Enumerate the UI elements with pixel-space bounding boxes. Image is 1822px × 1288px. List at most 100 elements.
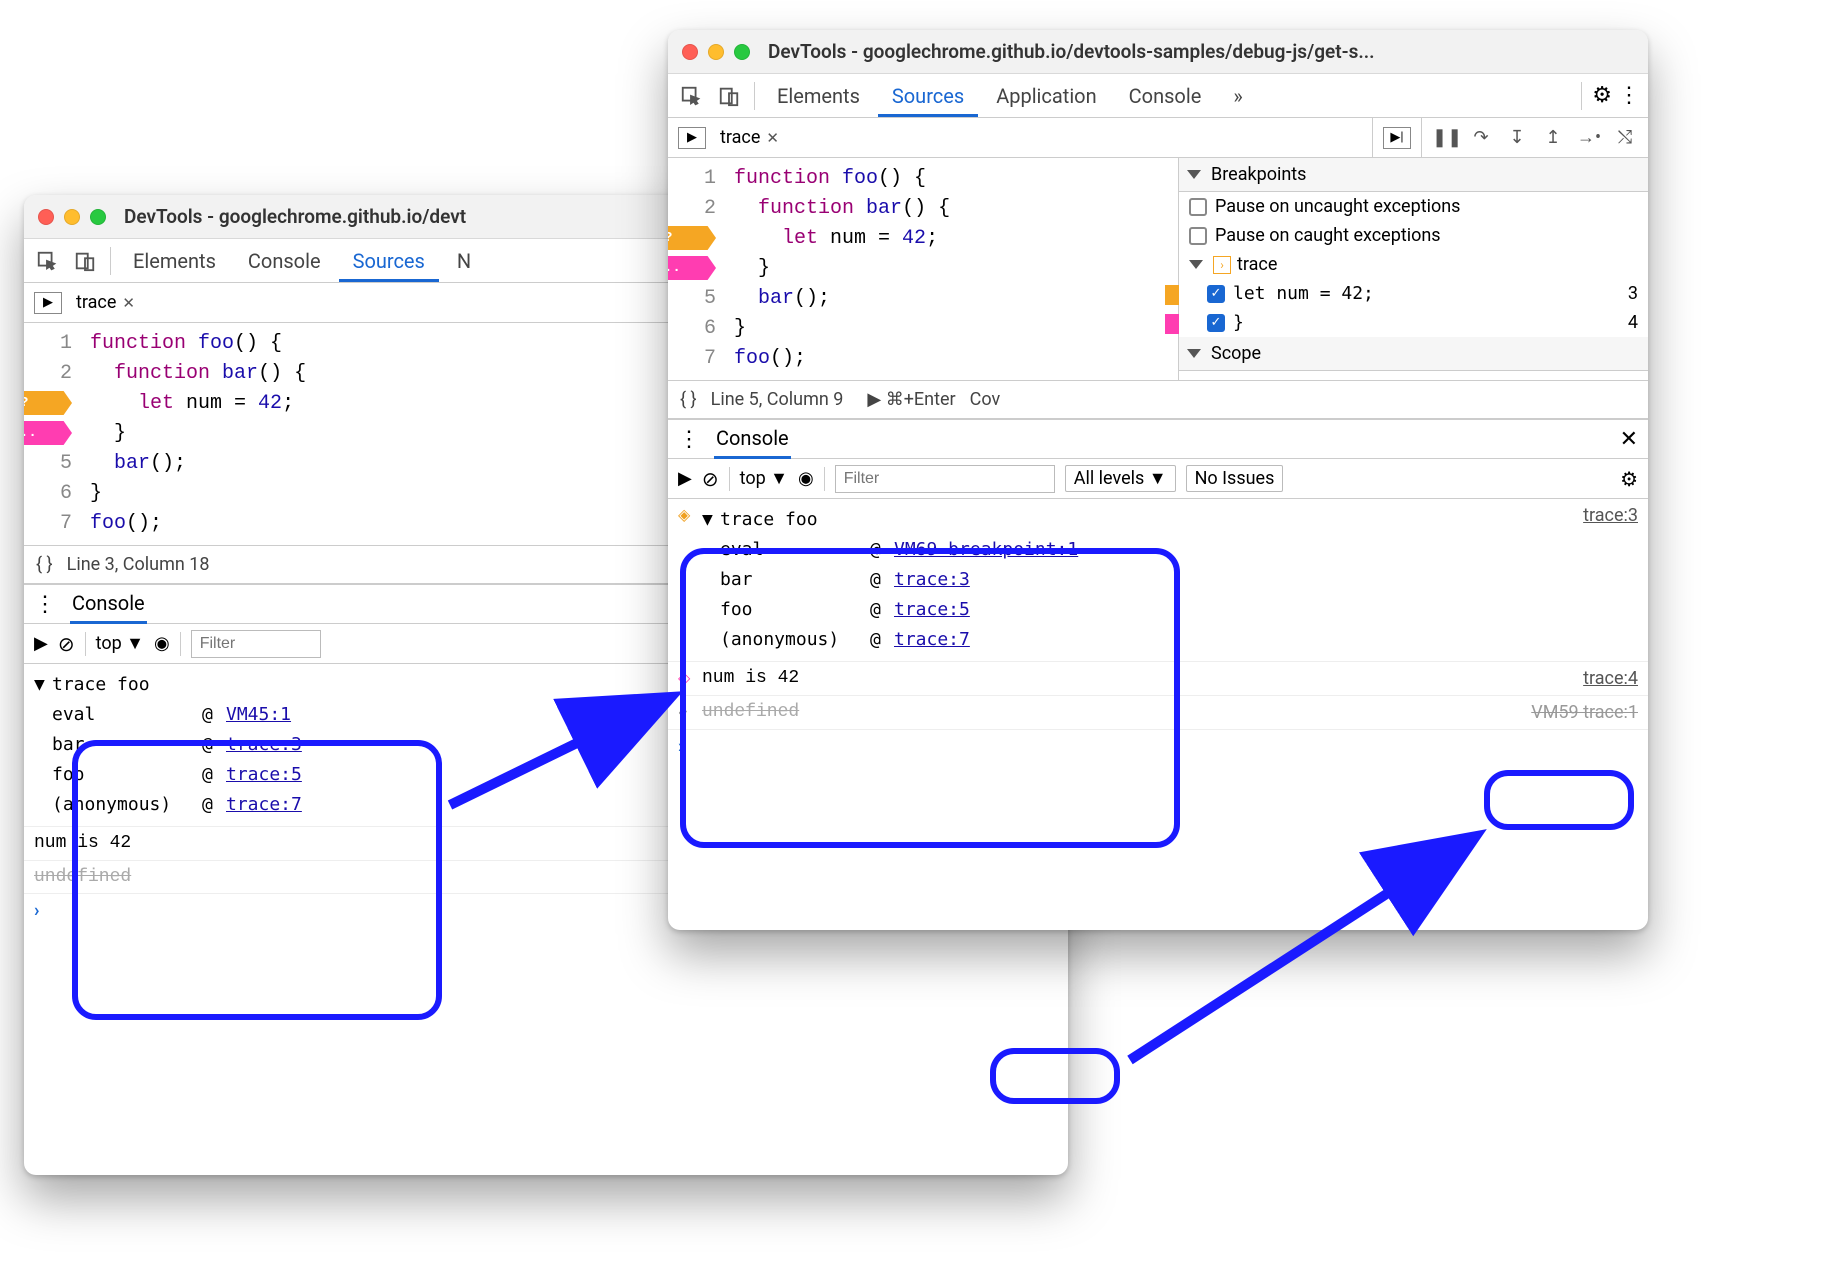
inspect-element-icon[interactable] xyxy=(30,244,64,278)
maximize-window-icon[interactable] xyxy=(90,209,106,225)
tab-application[interactable]: Application xyxy=(982,74,1110,117)
braces-icon[interactable]: { } xyxy=(36,554,53,575)
pause-uncaught[interactable]: Pause on uncaught exceptions xyxy=(1179,192,1648,221)
run-snippet-icon[interactable]: ▶ xyxy=(678,127,706,149)
cursor-position: Line 5, Column 9 xyxy=(711,389,844,410)
breakpoint-file[interactable]: ›trace xyxy=(1179,250,1648,279)
editor-subbar: ▶ trace ✕ ▶| ❚❚ ↷ ↧ ↥ →• ⤭ xyxy=(668,118,1648,158)
device-toolbar-icon[interactable] xyxy=(68,244,102,278)
snippet-play-icon[interactable]: ▶| xyxy=(1383,127,1411,149)
tab-sources[interactable]: Sources xyxy=(339,239,439,282)
code-gutter: 1 2 3 4 5 6 7 xyxy=(24,329,82,539)
tab-elements[interactable]: Elements xyxy=(763,74,874,117)
tab-elements[interactable]: Elements xyxy=(119,239,230,282)
cursor-position: Line 3, Column 18 xyxy=(67,554,210,575)
run-snippet-icon[interactable]: ▶ xyxy=(34,292,62,314)
play-icon[interactable]: ▶ xyxy=(34,633,48,654)
minimize-window-icon[interactable] xyxy=(64,209,80,225)
braces-icon[interactable]: { } xyxy=(680,389,697,410)
tabs-overflow-icon[interactable]: » xyxy=(1219,74,1256,117)
settings-icon[interactable]: ⚙ xyxy=(1620,467,1638,491)
source-link[interactable]: trace:5 xyxy=(226,760,302,790)
file-tab-trace[interactable]: trace ✕ xyxy=(72,292,139,313)
clear-console-icon[interactable]: ⊘ xyxy=(58,632,75,656)
close-icon[interactable]: ✕ xyxy=(766,129,779,147)
source-link[interactable]: trace:7 xyxy=(226,790,302,820)
code-gutter: 1 2 3 4 5 6 7 xyxy=(668,164,726,374)
code-editor[interactable]: 1 2 3 4 5 6 7 function foo() { function … xyxy=(668,158,1178,380)
checkbox-icon[interactable] xyxy=(1189,227,1207,245)
step-over-icon[interactable]: ↷ xyxy=(1468,127,1494,148)
checkbox-icon[interactable]: ✓ xyxy=(1207,314,1225,332)
editor-statusline: { } Line 5, Column 9 ▶ ⌘+Enter Cov xyxy=(668,381,1648,419)
maximize-window-icon[interactable] xyxy=(734,44,750,60)
step-into-icon[interactable]: ↧ xyxy=(1504,127,1530,148)
device-toolbar-icon[interactable] xyxy=(712,79,746,113)
source-link[interactable]: VM59 trace:1 xyxy=(1531,702,1638,723)
tab-more[interactable]: N xyxy=(443,239,475,282)
play-icon[interactable]: ▶ xyxy=(678,468,692,489)
console-toolbar: ▶ ⊘ top ▼ ◉ All levels ▼ No Issues ⚙ xyxy=(668,459,1648,499)
clear-console-icon[interactable]: ⊘ xyxy=(702,467,719,491)
tab-sources[interactable]: Sources xyxy=(878,74,978,117)
minimize-window-icon[interactable] xyxy=(708,44,724,60)
run-hint: ⌘+Enter xyxy=(886,389,956,410)
console-trace[interactable]: ◈ ▼trace foo eval@VM69 breakpoint:1 bar@… xyxy=(668,499,1648,662)
context-selector[interactable]: top ▼ xyxy=(740,468,788,489)
breakpoints-panel-head[interactable]: Breakpoints xyxy=(1179,158,1648,192)
close-window-icon[interactable] xyxy=(682,44,698,60)
console-tab[interactable]: Console xyxy=(714,420,791,459)
kebab-icon[interactable]: ⋮ xyxy=(1618,83,1640,108)
tab-console[interactable]: Console xyxy=(234,239,335,282)
kebab-icon[interactable]: ⋮ xyxy=(678,427,702,452)
close-icon[interactable]: ✕ xyxy=(122,294,135,312)
source-link[interactable]: trace:3 xyxy=(1583,505,1638,655)
eye-icon[interactable]: ◉ xyxy=(798,468,814,489)
step-out-icon[interactable]: ↥ xyxy=(1540,127,1566,148)
issues-button[interactable]: No Issues xyxy=(1186,465,1284,492)
log-levels-dropdown[interactable]: All levels ▼ xyxy=(1065,465,1176,492)
close-icon[interactable]: ✕ xyxy=(1620,427,1638,452)
window-title: DevTools - googlechrome.github.io/devtoo… xyxy=(768,40,1375,63)
breakpoint-item[interactable]: ✓ let num = 42; 3 xyxy=(1179,279,1648,308)
source-link[interactable]: VM45:1 xyxy=(226,700,291,730)
settings-icon[interactable]: ⚙ xyxy=(1592,83,1612,108)
breakpoint-item[interactable]: ✓ } 4 xyxy=(1179,308,1648,337)
console-prompt[interactable]: › xyxy=(668,730,1648,763)
code-source: function foo() { function bar() { let nu… xyxy=(82,329,306,539)
file-tab-label: trace xyxy=(720,127,760,148)
kebab-icon[interactable]: ⋮ xyxy=(34,592,58,617)
console-message: ◇ num is 42 trace:4 xyxy=(668,662,1648,696)
console-undefined: ‹· undefined VM59 trace:1 xyxy=(668,696,1648,730)
source-link[interactable]: trace:3 xyxy=(226,730,302,760)
checkbox-icon[interactable] xyxy=(1189,198,1207,216)
source-link[interactable]: trace:4 xyxy=(1583,668,1638,689)
panel-tabs: Elements Sources Application Console » ⚙… xyxy=(668,74,1648,118)
deactivate-breakpoints-icon[interactable]: ⤭ xyxy=(1612,127,1638,148)
file-tab-trace[interactable]: trace ✕ xyxy=(716,127,783,148)
devtools-window-right: DevTools - googlechrome.github.io/devtoo… xyxy=(668,30,1648,930)
traffic-lights[interactable] xyxy=(682,44,750,60)
inspect-element-icon[interactable] xyxy=(674,79,708,113)
close-window-icon[interactable] xyxy=(38,209,54,225)
console-filter-input[interactable] xyxy=(835,465,1055,493)
titlebar[interactable]: DevTools - googlechrome.github.io/devtoo… xyxy=(668,30,1648,74)
traffic-lights[interactable] xyxy=(38,209,106,225)
source-link[interactable]: trace:3 xyxy=(894,565,970,595)
tab-console[interactable]: Console xyxy=(1115,74,1216,117)
pause-caught[interactable]: Pause on caught exceptions xyxy=(1179,221,1648,250)
eye-icon[interactable]: ◉ xyxy=(154,633,170,654)
scope-panel-head[interactable]: Scope xyxy=(1179,337,1648,371)
debugger-sidepanel: Breakpoints Pause on uncaught exceptions… xyxy=(1178,158,1648,380)
source-link[interactable]: trace:7 xyxy=(894,625,970,655)
console-drawer-head: ⋮ Console ✕ xyxy=(668,419,1648,459)
logpoint-icon: ◇ xyxy=(678,668,702,689)
console-tab[interactable]: Console xyxy=(70,585,147,624)
step-icon[interactable]: →• xyxy=(1576,127,1602,148)
checkbox-icon[interactable]: ✓ xyxy=(1207,285,1225,303)
source-link[interactable]: trace:5 xyxy=(894,595,970,625)
pause-icon[interactable]: ❚❚ xyxy=(1432,127,1458,148)
context-selector[interactable]: top ▼ xyxy=(96,633,144,654)
console-filter-input[interactable] xyxy=(191,630,321,658)
source-link[interactable]: VM69 breakpoint:1 xyxy=(894,535,1078,565)
